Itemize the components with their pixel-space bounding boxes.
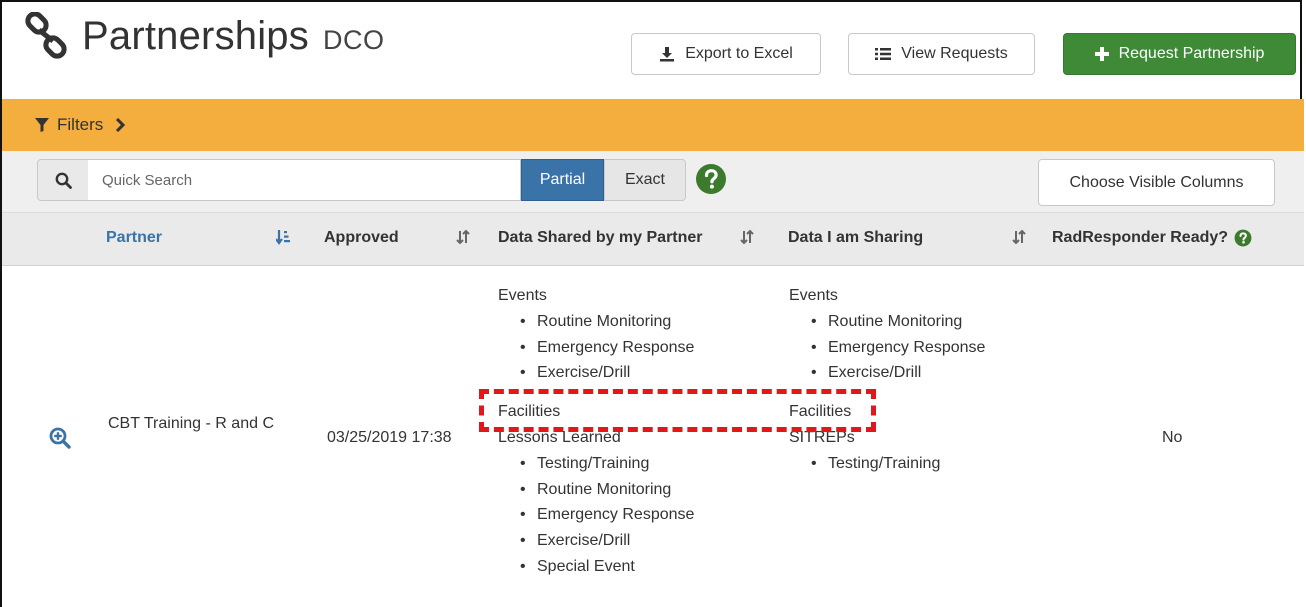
list-item: Special Event <box>520 554 694 580</box>
list-item: Routine Monitoring <box>811 309 985 335</box>
request-partnership-button[interactable]: Request Partnership <box>1063 33 1296 75</box>
category-items: Routine Monitoring Emergency Response Ex… <box>498 309 694 386</box>
sort-ascending-icon[interactable] <box>276 229 290 245</box>
choose-visible-columns-button[interactable]: Choose Visible Columns <box>1038 159 1275 206</box>
exact-label: Exact <box>624 171 665 188</box>
category-label: SITREPs <box>789 428 855 446</box>
view-requests-button[interactable]: View Requests <box>848 33 1035 75</box>
filters-label: Filters <box>57 115 104 134</box>
data-shared-by-partner-cell: Events Routine Monitoring Emergency Resp… <box>498 283 694 580</box>
search-button[interactable] <box>37 159 89 201</box>
page-subtitle: DCO <box>322 24 385 55</box>
column-header-data-shared-by-partner[interactable]: Data Shared by my Partner <box>498 229 703 247</box>
choose-columns-label: Choose Visible Columns <box>1069 173 1244 191</box>
view-requests-label: View Requests <box>901 45 1008 62</box>
funnel-icon <box>35 118 49 132</box>
question-circle-icon[interactable] <box>1234 229 1252 247</box>
category-items: Testing/Training Routine Monitoring Emer… <box>498 451 694 580</box>
sort-icon[interactable] <box>456 229 470 245</box>
list-item: Testing/Training <box>520 451 694 477</box>
radresponder-ready-value: No <box>1162 429 1183 446</box>
list-item: Routine Monitoring <box>520 477 694 503</box>
list-icon <box>875 48 892 60</box>
sort-icon[interactable] <box>740 229 754 245</box>
column-header-radresponder-ready[interactable]: RadResponder Ready? <box>1052 229 1252 247</box>
list-item: Exercise/Drill <box>520 360 694 386</box>
chevron-right-icon <box>116 118 126 132</box>
plus-icon <box>1094 47 1109 61</box>
export-label: Export to Excel <box>685 45 793 62</box>
category-label: Events <box>498 287 547 304</box>
list-item: Exercise/Drill <box>520 528 694 554</box>
partial-label: Partial <box>539 171 586 188</box>
category-items: Testing/Training <box>789 451 985 477</box>
page-title: Partnerships <box>82 13 309 58</box>
list-item: Routine Monitoring <box>520 309 694 335</box>
partner-name: CBT Training - R and C <box>108 415 274 432</box>
list-item: Emergency Response <box>811 335 985 361</box>
search-icon <box>55 172 72 189</box>
column-header-approved[interactable]: Approved <box>324 229 399 247</box>
list-item: Exercise/Drill <box>811 360 985 386</box>
search-mode-partial-button[interactable]: Partial <box>521 159 604 201</box>
category-items: Routine Monitoring Emergency Response Ex… <box>789 309 985 386</box>
page-header: Partnerships DCO <box>22 6 384 66</box>
request-partnership-label: Request Partnership <box>1118 45 1265 62</box>
category-label: Events <box>789 287 838 304</box>
sort-icon[interactable] <box>1012 229 1026 245</box>
download-icon <box>660 47 675 62</box>
zoom-in-icon[interactable] <box>49 427 71 449</box>
filters-toggle[interactable]: Filters <box>2 99 1304 151</box>
quick-search-input[interactable] <box>88 159 521 201</box>
category-label: Lessons Learned <box>498 428 621 446</box>
search-mode-exact-button[interactable]: Exact <box>604 159 686 201</box>
column-header-partner[interactable]: Partner <box>106 229 162 247</box>
list-item: Emergency Response <box>520 335 694 361</box>
column-header-data-i-am-sharing[interactable]: Data I am Sharing <box>788 229 923 247</box>
data-i-am-sharing-cell: Events Routine Monitoring Emergency Resp… <box>789 283 985 477</box>
approved-date: 03/25/2019 17:38 <box>327 429 452 446</box>
category-label: Facilities <box>498 403 561 421</box>
link-icon <box>25 12 67 59</box>
category-label: Facilities <box>789 403 852 421</box>
list-item: Testing/Training <box>811 451 985 477</box>
question-circle-icon[interactable] <box>695 163 727 195</box>
export-to-excel-button[interactable]: Export to Excel <box>631 33 821 75</box>
list-item: Emergency Response <box>520 502 694 528</box>
radresponder-ready-label: RadResponder Ready? <box>1052 229 1229 246</box>
